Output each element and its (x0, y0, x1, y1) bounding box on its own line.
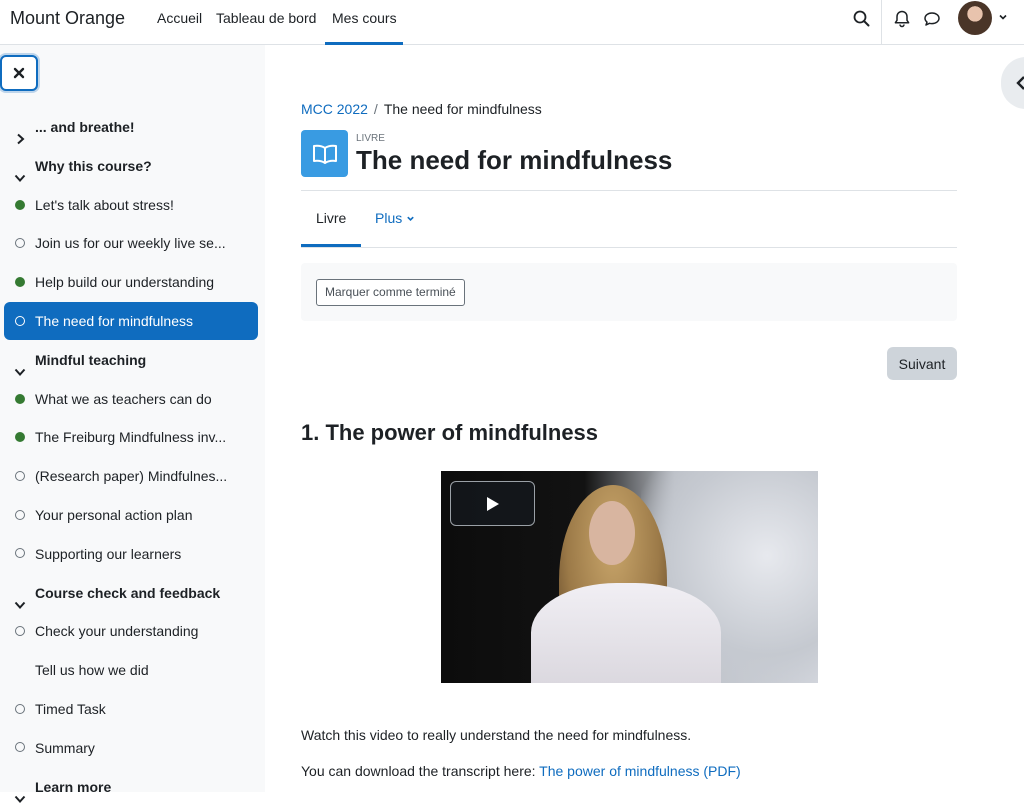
sidebar-section[interactable]: Course check and feedback (4, 574, 258, 612)
chevron-down-icon (14, 160, 26, 182)
chevron-left-icon (1016, 76, 1024, 90)
open-block-drawer-button[interactable] (1001, 57, 1024, 109)
tabs-divider (301, 247, 957, 248)
sidebar-item[interactable]: Check your understanding (4, 612, 258, 650)
content-paragraph: Watch this video to really understand th… (301, 727, 692, 743)
close-icon (13, 67, 25, 79)
transcript-paragraph: You can download the transcript here: Th… (301, 763, 741, 779)
sidebar-item-label: Join us for our weekly live se... (35, 235, 226, 252)
transcript-prefix: You can download the transcript here: (301, 763, 540, 779)
completion-done-icon (14, 431, 26, 443)
mark-as-done-button[interactable]: Marquer comme terminé (316, 279, 465, 306)
sidebar-item-label: Check your understanding (35, 623, 199, 640)
sidebar-item-label: Course check and feedback (35, 584, 221, 601)
sidebar-item[interactable]: The need for mindfulness (4, 302, 258, 340)
play-button[interactable] (450, 481, 535, 526)
nav-active-indicator (325, 42, 403, 45)
sidebar-item[interactable]: Help build our understanding (4, 263, 258, 301)
sidebar-item-label: Why this course? (35, 157, 152, 174)
nav-link-dashboard[interactable]: Tableau de bord (216, 10, 316, 26)
completion-none-icon (14, 664, 26, 676)
sidebar-item[interactable]: Tell us how we did (4, 651, 258, 689)
sidebar-item-label: The Freiburg Mindfulness inv... (35, 429, 227, 446)
completion-done-icon (14, 199, 26, 211)
chevron-down-icon (14, 587, 26, 609)
sidebar-item[interactable]: Timed Task (4, 690, 258, 728)
top-navbar: Mount Orange Accueil Tableau de bord Mes… (0, 0, 1024, 45)
completion-done-icon (14, 276, 26, 288)
sidebar-item[interactable]: Let's talk about stress! (4, 186, 258, 224)
sidebar-item[interactable]: Summary (4, 729, 258, 767)
video-speaker-body (531, 583, 721, 683)
sidebar-item-label: The need for mindfulness (35, 313, 193, 329)
course-index-drawer: ... and breathe! Why this course? Let's ta… (0, 45, 265, 803)
sidebar-item-label: Your personal action plan (35, 507, 193, 523)
sidebar-item-label: What we as teachers can do (35, 390, 212, 407)
play-icon (486, 496, 499, 511)
sidebar-item[interactable]: What we as teachers can do (4, 380, 258, 418)
chevron-down-icon (14, 354, 26, 376)
tab-livre[interactable]: Livre (316, 210, 346, 226)
breadcrumb-current: The need for mindfulness (383, 101, 542, 117)
chat-icon[interactable] (922, 9, 942, 29)
chevron-down-icon[interactable] (998, 12, 1008, 22)
completion-todo-icon (14, 742, 26, 754)
user-avatar[interactable] (958, 1, 992, 35)
sidebar-section[interactable]: Mindful teaching (4, 341, 258, 379)
chapter-title: 1. The power of mindfulness (301, 420, 599, 445)
transcript-pdf-link[interactable]: The power of mindfulness (PDF) (539, 763, 741, 779)
book-module-icon (301, 130, 348, 177)
sidebar-item-label: Timed Task (35, 701, 106, 717)
sidebar-item-label: Learn more (35, 778, 112, 795)
chevron-right-icon (14, 121, 26, 145)
sidebar-item[interactable]: Join us for our weekly live se... (4, 224, 258, 262)
sidebar-item[interactable]: Your personal action plan (4, 496, 258, 534)
sidebar-item[interactable]: (Research paper) Mindfulnes... (4, 457, 258, 495)
chevron-down-icon (14, 781, 26, 803)
breadcrumb-separator: / (373, 101, 378, 117)
breadcrumb-course-link[interactable]: MCC 2022 (301, 101, 368, 117)
nav-link-home[interactable]: Accueil (157, 10, 202, 26)
search-icon[interactable] (852, 9, 872, 29)
sidebar-item-label: Tell us how we did (35, 662, 149, 679)
sidebar-item-label: Summary (35, 739, 95, 756)
sidebar-item-label: Let's talk about stress! (35, 196, 174, 213)
sidebar-item-label: Supporting our learners (35, 545, 182, 562)
completion-todo-icon (14, 315, 26, 327)
completion-todo-icon (14, 703, 26, 715)
tab-plus-label: Plus (375, 210, 403, 226)
header-divider (301, 190, 957, 191)
sidebar-item-label: ... and breathe! (35, 119, 135, 135)
book-icon (312, 144, 337, 164)
tab-plus[interactable]: Plus (375, 210, 415, 226)
sidebar-section[interactable]: ... and breathe! (4, 108, 258, 146)
sidebar-item[interactable]: Supporting our learners (4, 535, 258, 573)
completion-todo-icon (14, 548, 26, 560)
activity-completion-panel: Marquer comme terminé (301, 263, 957, 321)
page-title: The need for mindfulness (356, 145, 673, 175)
navbar-divider (881, 0, 882, 44)
completion-todo-icon (14, 625, 26, 637)
breadcrumb: MCC 2022 / The need for mindfulness (301, 101, 542, 117)
module-type-label: LIVRE (356, 133, 385, 144)
completion-todo-icon (14, 470, 26, 482)
video-speaker-face (589, 501, 635, 565)
sidebar-item[interactable]: The Freiburg Mindfulness inv... (4, 418, 258, 456)
sidebar-item-label: Help build our understanding (35, 274, 215, 291)
sidebar-section[interactable]: Learn more (4, 768, 258, 806)
bell-icon[interactable] (892, 9, 912, 29)
completion-todo-icon (14, 237, 26, 249)
close-drawer-button[interactable] (0, 55, 38, 91)
sidebar-section[interactable]: Why this course? (4, 147, 258, 185)
next-chapter-button[interactable]: Suivant (887, 347, 957, 380)
nav-link-my-courses[interactable]: Mes cours (332, 10, 397, 26)
video-player[interactable] (441, 471, 818, 683)
completion-todo-icon (14, 509, 26, 521)
sidebar-item-label: (Research paper) Mindfulnes... (35, 468, 228, 485)
site-brand[interactable]: Mount Orange (10, 8, 125, 29)
chevron-down-icon (407, 216, 414, 221)
completion-done-icon (14, 393, 26, 405)
sidebar-item-label: Mindful teaching (35, 351, 147, 368)
